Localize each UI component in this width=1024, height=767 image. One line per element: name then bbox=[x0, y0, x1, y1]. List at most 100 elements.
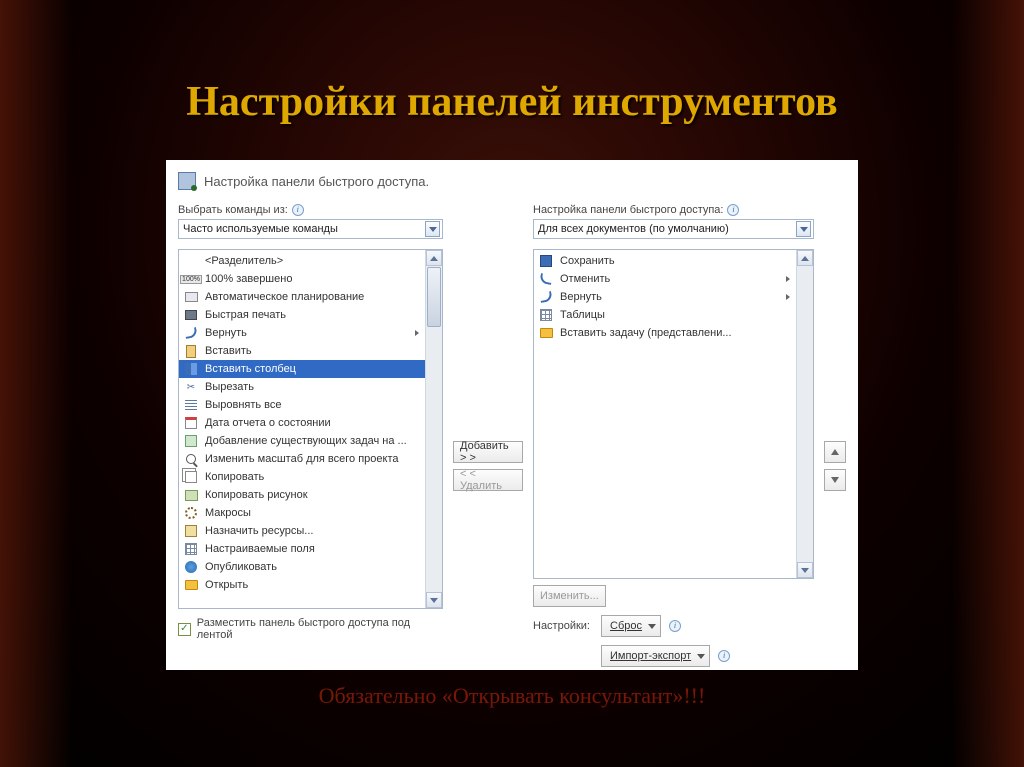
gear-icon bbox=[183, 505, 199, 521]
table-icon bbox=[538, 307, 554, 323]
reset-label: Настройки: bbox=[533, 620, 593, 632]
scroll-up-button[interactable] bbox=[797, 250, 813, 266]
scroll-up-button[interactable] bbox=[426, 250, 442, 266]
list-item[interactable]: Отменить bbox=[534, 270, 796, 288]
list-item[interactable]: Таблицы bbox=[534, 306, 796, 324]
scroll-thumb[interactable] bbox=[427, 267, 441, 327]
table-icon bbox=[183, 541, 199, 557]
move-up-button[interactable] bbox=[824, 441, 846, 463]
list-item-label: Выровнять все bbox=[205, 399, 282, 411]
slide-footnote: Обязательно «Открывать консультант»!!! bbox=[0, 683, 1024, 709]
info-icon[interactable] bbox=[718, 650, 730, 662]
reset-button[interactable]: Сброс bbox=[601, 615, 661, 637]
list-item[interactable]: Выровнять все bbox=[179, 396, 425, 414]
list-item-label: Настраиваемые поля bbox=[205, 543, 315, 555]
list-item[interactable]: Изменить масштаб для всего проекта bbox=[179, 450, 425, 468]
cal-icon bbox=[183, 415, 199, 431]
info-icon[interactable] bbox=[292, 204, 304, 216]
list-item-label: Таблицы bbox=[560, 309, 605, 321]
list-item-label: Сохранить bbox=[560, 255, 615, 267]
list-item[interactable]: ✂Вырезать bbox=[179, 378, 425, 396]
list-item[interactable]: Макросы bbox=[179, 504, 425, 522]
list-item[interactable]: <Разделитель> bbox=[179, 252, 425, 270]
plan-icon bbox=[183, 289, 199, 305]
list-item[interactable]: Вернуть bbox=[534, 288, 796, 306]
dialog-header: Настройка панели быстрого доступа. bbox=[178, 172, 848, 190]
list-item[interactable]: Вернуть bbox=[179, 324, 425, 342]
copy-icon bbox=[183, 469, 199, 485]
redo-icon bbox=[538, 289, 554, 305]
folder-icon bbox=[183, 577, 199, 593]
print-icon bbox=[183, 307, 199, 323]
remove-button[interactable]: < < Удалить bbox=[453, 469, 523, 491]
for-documents-combo[interactable]: Для всех документов (по умолчанию) bbox=[533, 219, 814, 239]
list-item-label: Назначить ресурсы... bbox=[205, 525, 313, 537]
list-item-label: 100% завершено bbox=[205, 273, 292, 285]
list-item-label: Быстрая печать bbox=[205, 309, 286, 321]
list-item-label: Опубликовать bbox=[205, 561, 277, 573]
customize-icon bbox=[178, 172, 196, 190]
chevron-down-icon[interactable] bbox=[796, 221, 811, 237]
list-item-label: Вырезать bbox=[205, 381, 254, 393]
list-item[interactable]: Назначить ресурсы... bbox=[179, 522, 425, 540]
combo-value: Часто используемые команды bbox=[183, 223, 338, 235]
scroll-down-button[interactable] bbox=[426, 592, 442, 608]
list-item[interactable]: Вставить столбец bbox=[179, 360, 425, 378]
pub-icon bbox=[183, 559, 199, 575]
list-item[interactable]: Автоматическое планирование bbox=[179, 288, 425, 306]
place-below-ribbon-checkbox[interactable]: ✓ bbox=[178, 623, 191, 636]
modify-button[interactable]: Изменить... bbox=[533, 585, 606, 607]
move-down-button[interactable] bbox=[824, 469, 846, 491]
list-item[interactable]: Вставить задачу (представлени... bbox=[534, 324, 796, 342]
list-item[interactable]: Настраиваемые поля bbox=[179, 540, 425, 558]
list-item[interactable]: Быстрая печать bbox=[179, 306, 425, 324]
dialog-title: Настройка панели быстрого доступа. bbox=[204, 174, 429, 189]
list-item-label: Отменить bbox=[560, 273, 610, 285]
list-item-label: Вставить bbox=[205, 345, 252, 357]
100-icon: 100% bbox=[183, 271, 199, 287]
combo-value: Для всех документов (по умолчанию) bbox=[538, 223, 729, 235]
submenu-arrow-icon bbox=[786, 294, 790, 300]
col-icon bbox=[183, 361, 199, 377]
scroll-down-button[interactable] bbox=[797, 562, 813, 578]
list-item-label: Вставить столбец bbox=[205, 363, 296, 375]
save-icon bbox=[538, 253, 554, 269]
list-item[interactable]: Дата отчета о состоянии bbox=[179, 414, 425, 432]
add-button[interactable]: Добавить > > bbox=[453, 441, 523, 463]
list-item-label: Вернуть bbox=[205, 327, 247, 339]
submenu-arrow-icon bbox=[415, 330, 419, 336]
customize-qat-label: Настройка панели быстрого доступа: bbox=[533, 204, 814, 216]
chevron-down-icon bbox=[648, 624, 656, 629]
list-item[interactable]: Вставить bbox=[179, 342, 425, 360]
list-item[interactable]: Копировать bbox=[179, 468, 425, 486]
list-item[interactable]: Сохранить bbox=[534, 252, 796, 270]
add-icon bbox=[183, 433, 199, 449]
list-item-label: Вставить задачу (представлени... bbox=[560, 327, 732, 339]
import-export-button[interactable]: Импорт-экспорт bbox=[601, 645, 710, 667]
commands-from-combo[interactable]: Часто используемые команды bbox=[178, 219, 443, 239]
submenu-arrow-icon bbox=[786, 276, 790, 282]
list-item[interactable]: Добавление существующих задач на ... bbox=[179, 432, 425, 450]
undo-icon bbox=[538, 271, 554, 287]
res-icon bbox=[183, 523, 199, 539]
list-item-label: Открыть bbox=[205, 579, 248, 591]
available-commands-list[interactable]: <Разделитель>100% 100% завершено Автоматич… bbox=[178, 249, 443, 609]
list-item-label: Автоматическое планирование bbox=[205, 291, 364, 303]
list-item[interactable]: Открыть bbox=[179, 576, 425, 594]
list-item[interactable]: Копировать рисунок bbox=[179, 486, 425, 504]
folder-icon bbox=[538, 325, 554, 341]
chevron-down-icon[interactable] bbox=[425, 221, 440, 237]
scrollbar[interactable] bbox=[425, 250, 442, 608]
list-item[interactable]: 100% 100% завершено bbox=[179, 270, 425, 288]
info-icon[interactable] bbox=[669, 620, 681, 632]
list-item-label: Копировать рисунок bbox=[205, 489, 308, 501]
list-item-label: Дата отчета о состоянии bbox=[205, 417, 331, 429]
info-icon[interactable] bbox=[727, 204, 739, 216]
quick-access-customize-dialog: Настройка панели быстрого доступа. Выбра… bbox=[166, 160, 858, 670]
list-item-label: Макросы bbox=[205, 507, 251, 519]
list-item-label: Вернуть bbox=[560, 291, 602, 303]
list-item[interactable]: Опубликовать bbox=[179, 558, 425, 576]
scrollbar[interactable] bbox=[796, 250, 813, 578]
quick-access-list[interactable]: Сохранить Отменить Вернуть Таблицы Вставить … bbox=[533, 249, 814, 579]
chevron-down-icon bbox=[697, 654, 705, 659]
